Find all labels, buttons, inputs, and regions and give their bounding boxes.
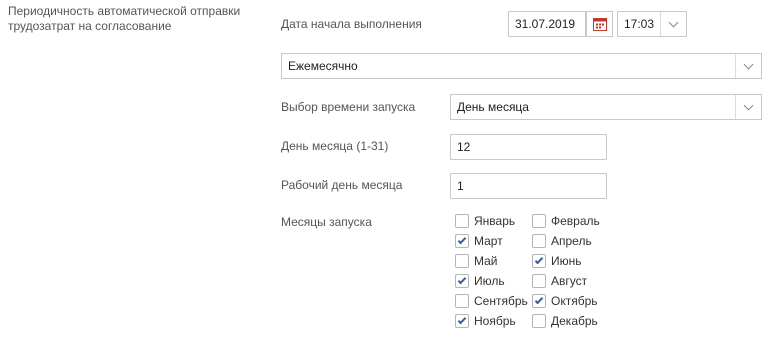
month-checkbox[interactable]	[532, 234, 546, 248]
month-label[interactable]: Январь	[474, 214, 515, 228]
chevron-down-icon[interactable]	[660, 12, 686, 36]
checkmark-icon	[457, 235, 467, 245]
month-checkbox[interactable]	[455, 214, 469, 228]
month-checkbox[interactable]	[532, 274, 546, 288]
month-checkbox[interactable]	[455, 274, 469, 288]
month-label[interactable]: Апрель	[551, 234, 592, 248]
month-label[interactable]: Август	[551, 274, 587, 288]
month-label[interactable]: Октябрь	[551, 294, 598, 308]
checkmark-icon	[534, 255, 544, 265]
month-label[interactable]: Март	[474, 234, 503, 248]
section-title: Периодичность автоматической отправки тр…	[8, 4, 241, 33]
start-time-value: 17:03	[624, 17, 655, 31]
frequency-value: Ежемесячно	[288, 59, 358, 73]
launch-time-value: День месяца	[457, 100, 529, 114]
day-of-month-input[interactable]: 12	[450, 134, 607, 160]
month-label[interactable]: Июль	[474, 274, 505, 288]
month-checkbox[interactable]	[455, 254, 469, 268]
checkmark-icon	[457, 315, 467, 325]
calendar-button[interactable]	[586, 11, 613, 37]
month-checkbox[interactable]	[532, 294, 546, 308]
calendar-icon	[592, 18, 607, 31]
start-time-select[interactable]: 17:03	[617, 11, 687, 37]
month-checkbox[interactable]	[455, 234, 469, 248]
month-label[interactable]: Сентябрь	[474, 294, 528, 308]
month-label[interactable]: Декабрь	[551, 314, 598, 328]
chevron-down-icon[interactable]	[735, 54, 761, 78]
launch-time-select[interactable]: День месяца	[450, 94, 762, 120]
checkmark-icon	[457, 275, 467, 285]
month-checkbox[interactable]	[455, 314, 469, 328]
frequency-select[interactable]: Ежемесячно	[281, 53, 762, 79]
checkmark-icon	[534, 295, 544, 305]
month-checkbox[interactable]	[532, 314, 546, 328]
start-date-input[interactable]: 31.07.2019	[508, 11, 586, 37]
working-day-input[interactable]: 1	[450, 173, 607, 199]
months-label: Месяцы запуска	[281, 215, 372, 229]
month-label[interactable]: Февраль	[551, 214, 600, 228]
day-of-month-label: День месяца (1-31)	[281, 139, 389, 153]
month-checkbox[interactable]	[532, 214, 546, 228]
month-checkbox[interactable]	[532, 254, 546, 268]
month-label[interactable]: Май	[474, 254, 498, 268]
start-date-label: Дата начала выполнения	[281, 17, 422, 31]
working-day-label: Рабочий день месяца	[281, 178, 403, 192]
launch-time-label: Выбор времени запуска	[281, 100, 416, 114]
chevron-down-icon[interactable]	[735, 95, 761, 119]
month-label[interactable]: Июнь	[551, 254, 582, 268]
month-checkbox[interactable]	[455, 294, 469, 308]
month-label[interactable]: Ноябрь	[474, 314, 516, 328]
